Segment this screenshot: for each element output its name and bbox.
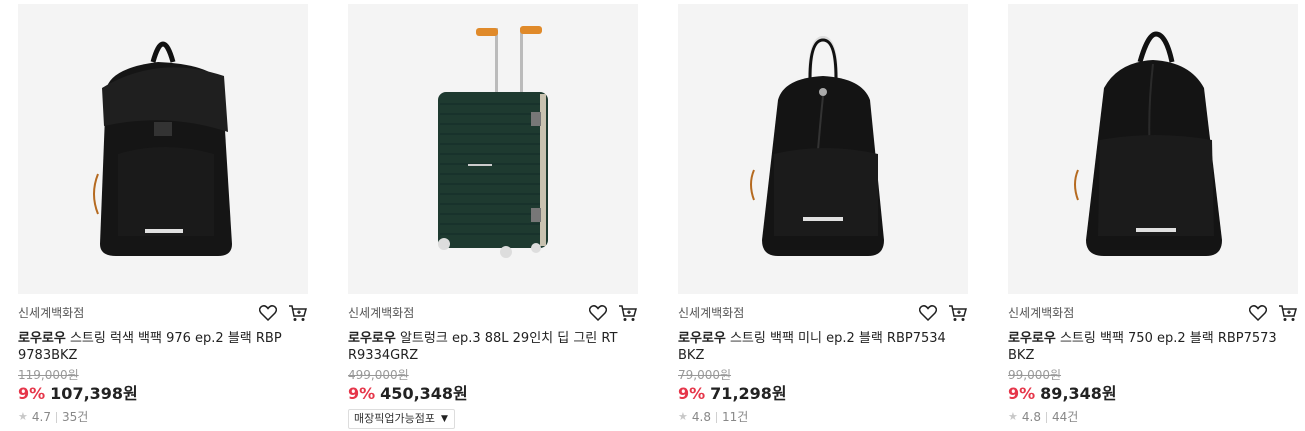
wishlist-heart-icon[interactable] <box>918 302 938 324</box>
star-icon: ★ <box>1008 410 1018 423</box>
price-row: 9% 71,298원 <box>678 384 968 404</box>
discount-rate: 9% <box>678 384 706 403</box>
product-title[interactable]: 로우로우 스트링 럭색 백팩 976 ep.2 블랙 RBP9783BKZ <box>18 330 288 364</box>
price-row: 9% 89,348원 <box>1008 384 1298 404</box>
product-card[interactable]: 신세계백화점 로우로우 스트링 백팩 750 ep.2 블랙 RBP7573BK… <box>1008 4 1298 425</box>
store-pickup-label: 매장픽업가능점포 <box>354 412 435 425</box>
backpack-image <box>93 41 232 256</box>
original-price: 119,000원 <box>18 368 79 382</box>
product-card[interactable]: 신세계백화점 로우로우 스트링 럭색 백팩 976 ep.2 블랙 RBP978… <box>18 4 308 425</box>
product-title[interactable]: 로우로우 알트렁크 ep.3 88L 29인치 딥 그린 RTR9334GRZ <box>348 330 618 364</box>
rating-row: ★ 4.8 44건 <box>1008 409 1298 425</box>
add-to-cart-icon[interactable] <box>618 302 638 324</box>
add-to-cart-icon[interactable] <box>1278 302 1298 324</box>
original-price: 499,000원 <box>348 368 409 382</box>
discount-rate: 9% <box>1008 384 1036 403</box>
store-pickup-dropdown[interactable]: 매장픽업가능점포 ▼ <box>348 409 455 429</box>
wishlist-heart-icon[interactable] <box>588 302 608 324</box>
wishlist-heart-icon[interactable] <box>258 302 278 324</box>
divider <box>1045 411 1047 423</box>
rating-row: ★ 4.8 11건 <box>678 409 968 425</box>
price-row: 9% 107,398원 <box>18 384 308 404</box>
discount-rate: 9% <box>348 384 376 403</box>
sale-price: 89,348원 <box>1040 384 1117 403</box>
original-price: 79,000원 <box>678 368 732 382</box>
review-count: 44건 <box>1051 410 1079 424</box>
sale-price: 71,298원 <box>710 384 787 403</box>
original-price: 99,000원 <box>1008 368 1062 382</box>
star-icon: ★ <box>18 410 28 423</box>
add-to-cart-icon[interactable] <box>948 302 968 324</box>
brand-name: 로우로우 <box>1008 331 1056 346</box>
wishlist-heart-icon[interactable] <box>1248 302 1268 324</box>
divider <box>55 411 57 423</box>
review-count: 35건 <box>61 410 89 424</box>
discount-rate: 9% <box>18 384 46 403</box>
suitcase-image <box>438 26 548 258</box>
product-image[interactable] <box>18 4 308 294</box>
rating-value: 4.8 <box>1021 410 1041 424</box>
rating-value: 4.8 <box>691 410 711 424</box>
brand-name: 로우로우 <box>348 331 396 346</box>
sale-price: 450,348원 <box>380 384 468 403</box>
product-image[interactable] <box>348 4 638 294</box>
add-to-cart-icon[interactable] <box>288 302 308 324</box>
product-card[interactable]: 신세계백화점 로우로우 스트링 백팩 미니 ep.2 블랙 RBP7534BKZ… <box>678 4 968 425</box>
product-title[interactable]: 로우로우 스트링 백팩 미니 ep.2 블랙 RBP7534BKZ <box>678 330 948 364</box>
rating-value: 4.7 <box>31 410 51 424</box>
caret-down-icon: ▼ <box>440 414 448 424</box>
product-image[interactable] <box>1008 4 1298 294</box>
rating-row: ★ 4.7 35건 <box>18 409 308 425</box>
backpack-image <box>1074 31 1222 256</box>
backpack-image <box>750 35 884 256</box>
divider <box>715 411 717 423</box>
product-card[interactable]: 신세계백화점 로우로우 알트렁크 ep.3 88L 29인치 딥 그린 RTR9… <box>348 4 638 429</box>
brand-name: 로우로우 <box>678 331 726 346</box>
brand-name: 로우로우 <box>18 331 66 346</box>
sale-price: 107,398원 <box>50 384 138 403</box>
product-image[interactable] <box>678 4 968 294</box>
star-icon: ★ <box>678 410 688 423</box>
review-count: 11건 <box>721 410 749 424</box>
price-row: 9% 450,348원 <box>348 384 638 404</box>
product-title[interactable]: 로우로우 스트링 백팩 750 ep.2 블랙 RBP7573BKZ <box>1008 330 1278 364</box>
